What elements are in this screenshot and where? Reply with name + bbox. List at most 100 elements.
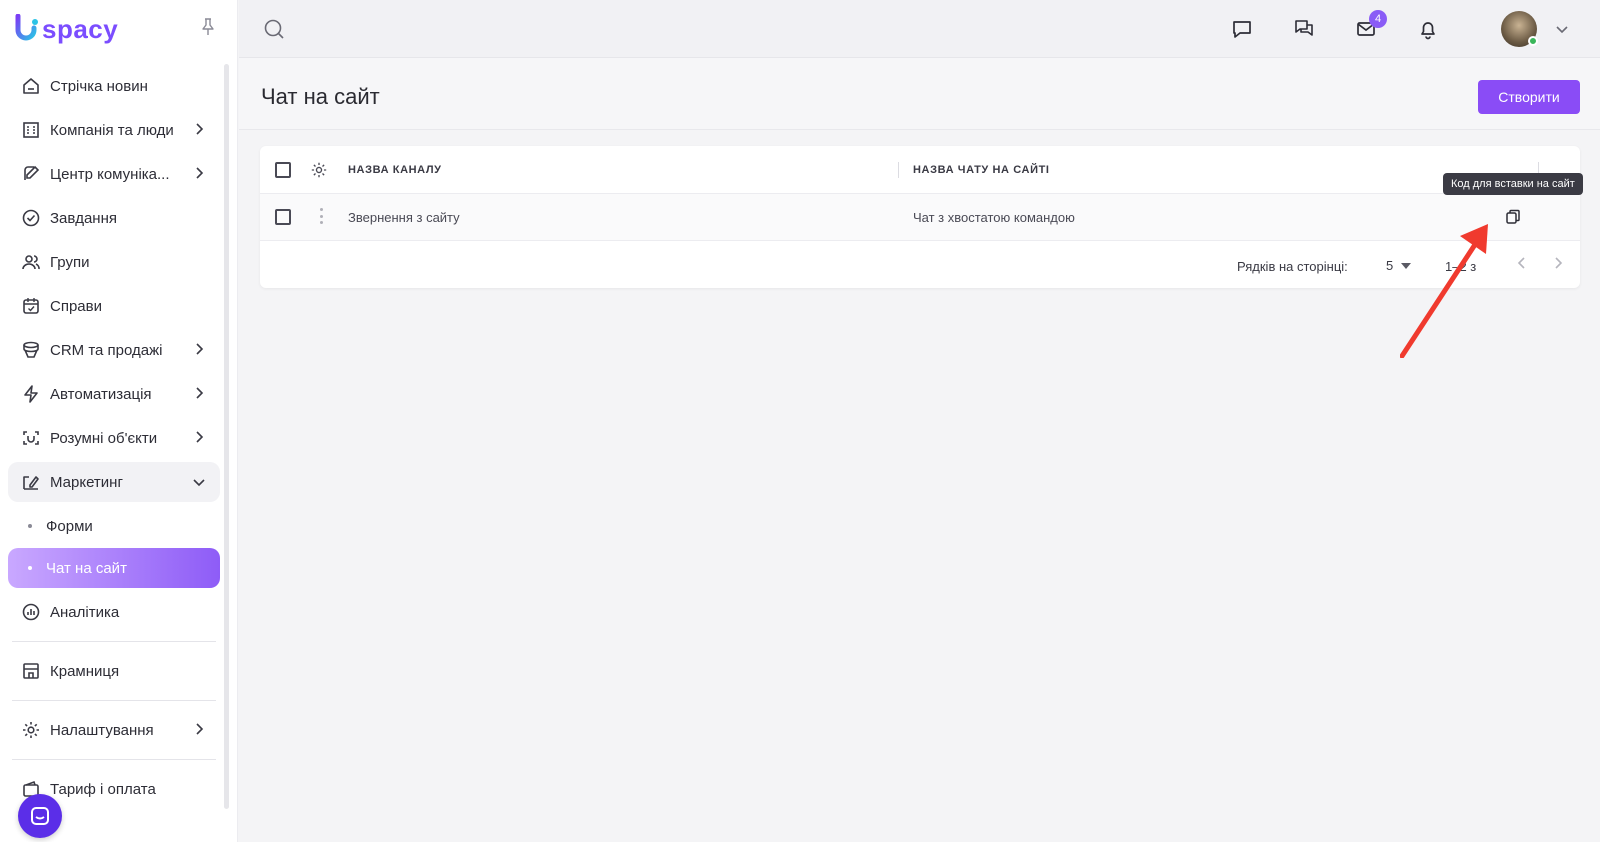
- topbar: 4: [239, 0, 1600, 58]
- chevron-left-icon[interactable]: [1515, 256, 1529, 270]
- column-resize-handle[interactable]: [898, 162, 899, 178]
- pin-icon[interactable]: [201, 18, 215, 36]
- copy-icon[interactable]: [1504, 208, 1522, 226]
- search-icon[interactable]: [263, 18, 285, 40]
- create-button[interactable]: Створити: [1478, 80, 1580, 114]
- sidebar-item-tasks[interactable]: Завдання: [8, 196, 220, 240]
- bell-icon: [1421, 22, 1435, 40]
- rows-per-page-select[interactable]: 5: [1386, 258, 1412, 273]
- mail-badge: 4: [1369, 10, 1387, 28]
- lightning-icon: [20, 383, 42, 405]
- sidebar-item-label: Завдання: [50, 209, 117, 227]
- calendar-icon: [20, 295, 42, 317]
- store-icon: [20, 660, 42, 682]
- sidebar-item-label: Чат на сайт: [46, 559, 127, 577]
- sidebar-item-label: Налаштування: [50, 721, 154, 739]
- sidebar-subitem-site-chat[interactable]: Чат на сайт: [8, 548, 220, 588]
- sidebar-item-label: Автоматизація: [50, 385, 152, 403]
- support-chat-button[interactable]: [18, 794, 62, 838]
- bullet-icon: [28, 566, 32, 570]
- chevron-right-icon: [196, 343, 204, 355]
- pagination: Рядків на сторінці: 5 1–2 з: [260, 242, 1580, 288]
- check-circle-icon: [20, 207, 42, 229]
- rows-per-page-label: Рядків на сторінці:: [1237, 259, 1348, 274]
- conversations-button[interactable]: [1291, 16, 1317, 42]
- chart-icon: [20, 601, 42, 623]
- cell-chat-name: Чат з хвостатою командою: [913, 210, 1075, 225]
- building-icon: [20, 119, 42, 141]
- divider: [12, 700, 216, 701]
- sidebar-item-label: Стрічка новин: [50, 77, 148, 95]
- sidebar-item-label: Центр комуніка...: [50, 165, 170, 183]
- users-icon: [20, 251, 42, 273]
- smart-object-icon: [20, 427, 42, 449]
- sidebar-item-label: Розумні об'єкти: [50, 429, 158, 447]
- sidebar-item-label: Аналітика: [50, 603, 120, 621]
- message-icon: [1233, 21, 1251, 38]
- page-range: 1–2 з: [1445, 259, 1477, 274]
- chevron-right-icon: [196, 723, 204, 735]
- sidebar-scrollbar[interactable]: [224, 64, 229, 809]
- chevron-right-icon: [196, 167, 204, 179]
- marketing-icon: [20, 471, 42, 493]
- sidebar-item-label: Маркетинг: [50, 473, 123, 491]
- sidebar: spacy Стрічка новин Компанія та люди Цен…: [0, 0, 238, 842]
- select-all-checkbox[interactable]: [275, 162, 291, 178]
- sidebar-item-news[interactable]: Стрічка новин: [8, 64, 220, 108]
- column-settings-icon[interactable]: [310, 161, 328, 179]
- column-header-channel[interactable]: НАЗВА КАНАЛУ: [348, 164, 442, 176]
- sidebar-item-analytics[interactable]: Аналітика: [8, 590, 220, 634]
- sidebar-item-groups[interactable]: Групи: [8, 240, 220, 284]
- sidebar-item-label: Крамниця: [50, 662, 120, 680]
- table-row[interactable]: Звернення з сайту Чат з хвостатою команд…: [260, 173, 1583, 241]
- logo-mark-icon: [15, 14, 38, 41]
- sidebar-item-smart-objects[interactable]: Розумні об'єкти: [8, 416, 220, 460]
- avatar[interactable]: [1501, 11, 1538, 47]
- sidebar-subitem-forms[interactable]: Форми: [8, 504, 220, 548]
- sidebar-item-shop[interactable]: Крамниця: [8, 649, 220, 693]
- logo-text: spacy: [42, 13, 119, 44]
- chat-button[interactable]: [1229, 16, 1255, 42]
- row-checkbox[interactable]: [275, 209, 291, 225]
- logo[interactable]: spacy: [0, 0, 237, 58]
- sidebar-item-crm[interactable]: CRM та продажі: [8, 328, 220, 372]
- online-status-dot: [1528, 36, 1538, 46]
- chat-widget-icon: [31, 807, 49, 825]
- sidebar-item-label: Тариф і оплата: [50, 780, 156, 798]
- sidebar-item-automation[interactable]: Автоматизація: [8, 372, 220, 416]
- caret-down-icon: [1401, 262, 1412, 269]
- sidebar-item-label: Групи: [50, 253, 90, 271]
- chevron-down-icon[interactable]: [1555, 22, 1569, 36]
- channels-table: НАЗВА КАНАЛУ НАЗВА ЧАТУ НА САЙТІ Звернен…: [260, 146, 1583, 288]
- sidebar-item-label: Компанія та люди: [50, 121, 174, 139]
- divider: [12, 759, 216, 760]
- sidebar-item-company[interactable]: Компанія та люди: [8, 108, 220, 152]
- sidebar-item-activities[interactable]: Справи: [8, 284, 220, 328]
- sidebar-item-marketing[interactable]: Маркетинг: [8, 462, 220, 502]
- tooltip: Код для вставки на сайт: [1443, 173, 1583, 195]
- notifications-button[interactable]: [1415, 16, 1441, 42]
- sidebar-item-label: Форми: [46, 517, 93, 535]
- sidebar-item-settings[interactable]: Налаштування: [8, 708, 220, 752]
- page-header: Чат на сайт Створити: [239, 58, 1600, 130]
- sidebar-item-communication[interactable]: Центр комуніка...: [8, 152, 220, 196]
- sidebar-item-label: CRM та продажі: [50, 341, 163, 359]
- conversations-icon: [1295, 20, 1313, 36]
- row-menu-icon[interactable]: [319, 208, 323, 224]
- divider: [12, 641, 216, 642]
- sidebar-item-label: Справи: [50, 297, 102, 315]
- home-icon: [20, 75, 42, 97]
- page-title: Чат на сайт: [261, 84, 380, 109]
- column-header-chat-name[interactable]: НАЗВА ЧАТУ НА САЙТІ: [913, 164, 1050, 176]
- database-icon: [20, 339, 42, 361]
- sidebar-nav: Стрічка новин Компанія та люди Центр ком…: [8, 64, 220, 811]
- table-header: НАЗВА КАНАЛУ НАЗВА ЧАТУ НА САЙТІ: [260, 146, 1580, 194]
- mail-button[interactable]: 4: [1353, 10, 1387, 42]
- chevron-right-icon: [196, 123, 204, 135]
- rows-per-page-value: 5: [1386, 258, 1394, 273]
- chevron-right-icon[interactable]: [1551, 256, 1565, 270]
- bullet-icon: [28, 524, 32, 528]
- gear-icon: [20, 719, 42, 741]
- chevron-right-icon: [196, 387, 204, 399]
- communication-icon: [20, 163, 42, 185]
